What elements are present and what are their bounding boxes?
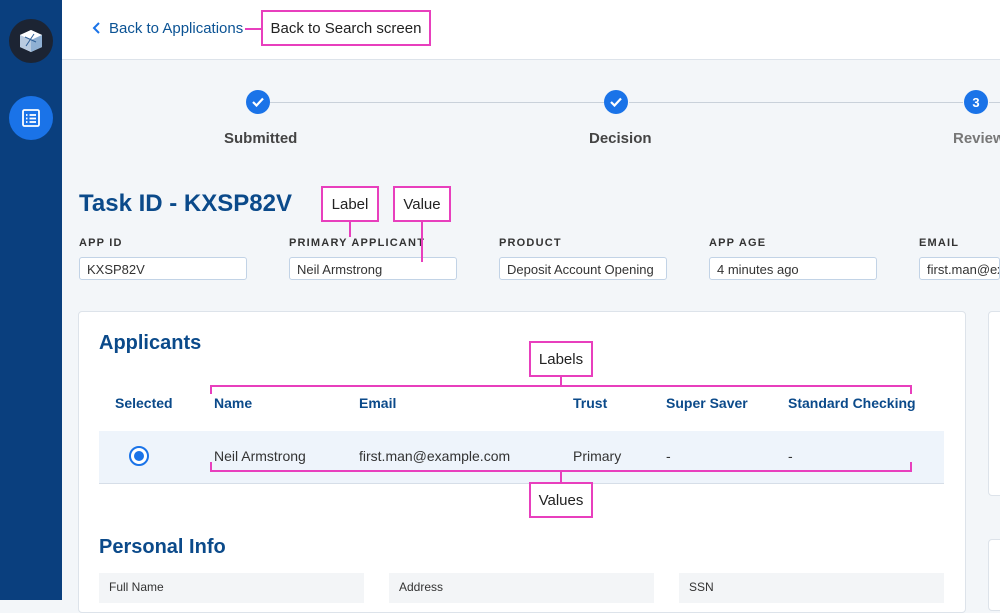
ssn-field[interactable] xyxy=(679,573,944,603)
field-label: EMAIL xyxy=(919,237,960,249)
step-decision-check-icon xyxy=(604,90,628,114)
email-input[interactable]: first.man@example.com xyxy=(919,257,1000,280)
field-product: PRODUCT Deposit Account Opening xyxy=(499,237,667,280)
column-header-standard-checking[interactable]: Standard Checking xyxy=(788,395,916,411)
annotation-back: Back to Search screen xyxy=(261,10,431,46)
back-to-applications-link[interactable]: Back to Applications xyxy=(92,18,243,38)
side-panel-card xyxy=(988,539,1000,611)
cell-email: first.man@example.com xyxy=(359,448,511,464)
app-age-input[interactable]: 4 minutes ago xyxy=(709,257,877,280)
applicants-title: Applicants xyxy=(99,332,202,354)
annotation-values: Values xyxy=(529,482,593,518)
field-primary-applicant: PRIMARY APPLICANT Neil Armstrong xyxy=(289,237,457,280)
column-header-trust[interactable]: Trust xyxy=(573,395,607,411)
stepper-connector xyxy=(629,102,963,103)
cell-trust: Primary xyxy=(573,448,622,464)
annotation-connector xyxy=(421,222,423,262)
annotation-connector xyxy=(349,222,351,237)
back-link-label: Back to Applications xyxy=(109,19,244,37)
annotation-bracket xyxy=(210,385,212,394)
annotation-bracket xyxy=(210,462,212,471)
annotation-bracket xyxy=(910,462,912,471)
column-header-email[interactable]: Email xyxy=(359,395,396,411)
field-label: APP AGE xyxy=(709,237,767,249)
field-app-age: APP AGE 4 minutes ago xyxy=(709,237,877,280)
ssn-label: SSN xyxy=(689,580,714,594)
stepper-connector xyxy=(270,102,604,103)
step-label-submitted: Submitted xyxy=(224,130,298,147)
step-submitted-check-icon xyxy=(246,90,270,114)
annotation-value: Value xyxy=(393,186,451,222)
full-name-label: Full Name xyxy=(109,580,164,594)
step-review-number: 3 xyxy=(964,90,988,114)
column-header-selected: Selected xyxy=(115,395,173,411)
personal-info-title: Personal Info xyxy=(99,536,226,558)
list-icon[interactable] xyxy=(9,96,53,140)
app-id-input[interactable]: KXSP82V xyxy=(79,257,247,280)
annotation-connector xyxy=(245,28,261,30)
annotation-label: Label xyxy=(321,186,379,222)
column-header-name[interactable]: Name xyxy=(214,395,252,411)
column-header-super-saver[interactable]: Super Saver xyxy=(666,395,748,411)
cell-standard-checking: - xyxy=(788,448,793,464)
task-title: Task ID - KXSP82V xyxy=(79,190,292,217)
annotation-connector xyxy=(560,377,562,385)
stepper-connector xyxy=(989,102,1000,103)
chevron-left-icon xyxy=(92,22,100,34)
annotation-bracket xyxy=(210,385,912,387)
sidebar xyxy=(0,0,62,600)
annotation-connector xyxy=(560,471,562,482)
field-app-id: APP ID KXSP82V xyxy=(79,237,247,280)
address-label: Address xyxy=(399,580,444,594)
step-label-decision: Decision xyxy=(589,130,652,147)
cell-name: Neil Armstrong xyxy=(214,448,306,464)
annotation-bracket xyxy=(910,385,912,394)
product-input[interactable]: Deposit Account Opening xyxy=(499,257,667,280)
cube-logo-icon[interactable] xyxy=(9,19,53,63)
field-label: PRODUCT xyxy=(499,237,562,249)
primary-applicant-input[interactable]: Neil Armstrong xyxy=(289,257,457,280)
step-label-review: Review xyxy=(953,130,1000,147)
annotation-labels: Labels xyxy=(529,341,593,377)
field-label: APP ID xyxy=(79,237,123,249)
applicant-selected-radio[interactable] xyxy=(129,446,149,466)
top-bar: Back to Applications xyxy=(62,0,1000,60)
side-panel-card xyxy=(988,311,1000,496)
field-email: EMAIL first.man@example.com xyxy=(919,237,1000,280)
field-label: PRIMARY APPLICANT xyxy=(289,237,426,249)
cell-super-saver: - xyxy=(666,448,671,464)
